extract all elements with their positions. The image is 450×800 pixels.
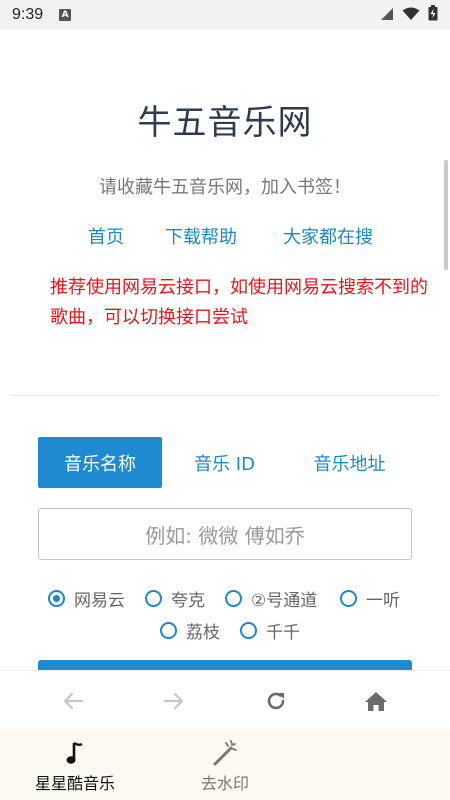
radio-qianqian[interactable]: 千千 [240, 618, 300, 643]
radio-yiting[interactable]: 一听 [340, 586, 400, 611]
bottom-nav-music-label: 星星酷音乐 [34, 774, 115, 793]
radio-label: ②号通道 [251, 591, 318, 611]
site-subtitle: 请收藏牛五音乐网，加入书签！ [99, 177, 351, 198]
radio-label: 网易云 [74, 591, 125, 611]
battery-icon [428, 5, 438, 25]
notice-text: 推荐使用网易云接口，如使用网易云搜索不到的歌曲，可以切换接口尝试 [50, 277, 428, 328]
radio-unchecked-icon [340, 590, 357, 607]
notification-a-icon: A [59, 9, 72, 21]
status-icons [380, 5, 438, 25]
refresh-icon[interactable] [260, 685, 292, 717]
radio-label: 荔枝 [186, 623, 220, 643]
back-arrow-icon[interactable] [57, 685, 89, 717]
status-bar: 9:39 A [0, 0, 450, 30]
status-time: 9:39 [12, 6, 44, 23]
search-input[interactable]: 例如: 微微 傅如乔 [38, 508, 412, 560]
bottom-nav-watermark[interactable]: 去水印 [175, 730, 275, 800]
divider [12, 395, 438, 396]
radio-checked-icon [48, 590, 65, 607]
forward-arrow-icon[interactable] [158, 685, 190, 717]
tab-music-url[interactable]: 音乐地址 [287, 437, 412, 488]
home-icon[interactable] [360, 685, 392, 717]
browser-toolbar [0, 670, 450, 730]
nav-link-home[interactable]: 首页 [88, 223, 124, 249]
radio-lizhi[interactable]: 荔枝 [160, 618, 220, 643]
nav-link-download-help[interactable]: 下载帮助 [165, 223, 237, 249]
signal-triangle-icon [380, 6, 394, 25]
tab-music-name[interactable]: 音乐名称 [38, 437, 162, 488]
bottom-nav-music[interactable]: 星星酷音乐 [20, 730, 130, 800]
site-title: 牛五音乐网 [137, 103, 313, 143]
radio-unchecked-icon [145, 590, 162, 607]
radio-label: 一听 [366, 591, 400, 611]
tab-music-id[interactable]: 音乐 ID [162, 437, 287, 488]
webview[interactable]: 牛五音乐网 请收藏牛五音乐网，加入书签！ 首页 下载帮助 大家都在搜 推荐使用网… [0, 30, 450, 670]
radio-quark[interactable]: 夸克 [145, 586, 205, 611]
radio-label: 夸克 [171, 591, 205, 611]
radio-unchecked-icon [160, 622, 177, 639]
radio-netease[interactable]: 网易云 [48, 586, 125, 611]
bottom-nav: 星星酷音乐 去水印 [0, 730, 450, 800]
radio-unchecked-icon [225, 590, 242, 607]
radio-unchecked-icon [240, 622, 257, 639]
nav-link-trending[interactable]: 大家都在搜 [283, 223, 373, 249]
search-type-tabs: 音乐名称 音乐 ID 音乐地址 [38, 437, 412, 488]
search-submit-button[interactable] [38, 660, 412, 670]
radio-label: 千千 [266, 623, 300, 643]
magic-wand-icon [211, 740, 239, 768]
bottom-nav-watermark-label: 去水印 [200, 774, 249, 793]
radio-channel-2[interactable]: ②号通道 [225, 586, 317, 611]
music-note-icon [65, 740, 85, 768]
wifi-icon [402, 6, 420, 25]
